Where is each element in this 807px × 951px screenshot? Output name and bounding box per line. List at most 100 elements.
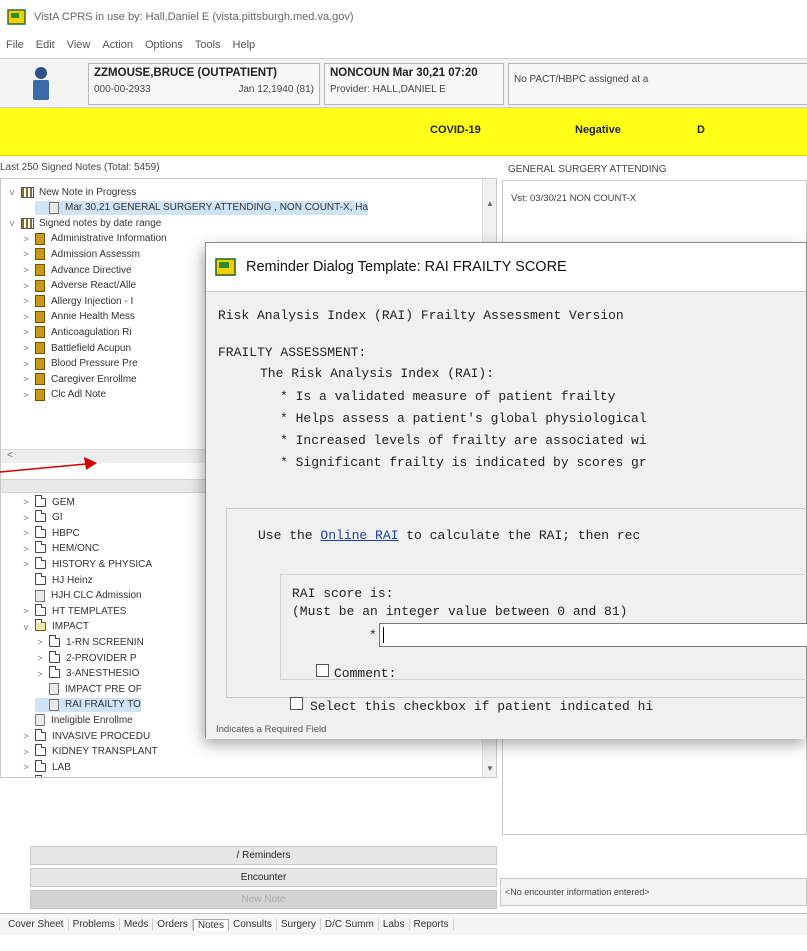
- tree-item[interactable]: >3-ANESTHESIO: [35, 666, 139, 681]
- tree-item[interactable]: > Advance Directive: [21, 263, 132, 277]
- tree-item-label: Adverse React/Alle: [51, 280, 137, 292]
- tree-item[interactable]: > Battlefield Acupun: [21, 341, 131, 355]
- menu-file[interactable]: File: [6, 39, 24, 51]
- collapse-icon[interactable]: v: [7, 187, 17, 197]
- expand-icon[interactable]: >: [21, 559, 31, 569]
- tab-labs[interactable]: Labs: [379, 919, 410, 930]
- tree-item[interactable]: HJ Heinz: [21, 572, 93, 587]
- tree-item[interactable]: > Caregiver Enrollme: [21, 372, 137, 386]
- tree-item[interactable]: > Clc Adl Note: [21, 388, 106, 402]
- pact-box[interactable]: No PACT/HBPC assigned at a: [508, 63, 807, 105]
- expand-icon[interactable]: >: [21, 528, 31, 538]
- menu-help[interactable]: Help: [233, 39, 256, 51]
- tree-item-label: LAB: [52, 761, 71, 773]
- patient-icon[interactable]: [24, 64, 58, 104]
- rai-score-input[interactable]: [379, 623, 807, 647]
- scroll-down-icon[interactable]: ▼: [486, 764, 494, 773]
- expand-icon[interactable]: >: [21, 606, 31, 616]
- expand-icon[interactable]: >: [21, 249, 31, 259]
- tab-orders[interactable]: Orders: [153, 919, 193, 930]
- expand-icon[interactable]: >: [21, 343, 31, 353]
- expand-icon[interactable]: >: [21, 265, 31, 275]
- tab-notes[interactable]: Notes: [192, 918, 229, 931]
- tab-reports[interactable]: Reports: [410, 919, 454, 930]
- tree-item[interactable]: v New Note in Progress: [7, 185, 136, 199]
- tree-item[interactable]: v IMPACT: [21, 619, 89, 634]
- tree-item[interactable]: IMPACT PRE OF: [35, 682, 142, 696]
- expand-icon[interactable]: >: [21, 390, 31, 400]
- expand-icon[interactable]: >: [21, 296, 31, 306]
- expand-icon[interactable]: >: [21, 234, 31, 244]
- tree-item[interactable]: > KIDNEY TRANSPLANT: [21, 744, 158, 759]
- expand-icon[interactable]: >: [21, 374, 31, 384]
- tree-item[interactable]: > Anticoagulation Ri: [21, 325, 132, 339]
- tree-item-label: MOVE: [52, 777, 81, 778]
- expand-icon[interactable]: >: [21, 327, 31, 337]
- menu-action[interactable]: Action: [102, 39, 133, 51]
- scroll-up-icon[interactable]: ▲: [486, 199, 494, 208]
- visit-location: NONCOUN Mar 30,21 07:20: [330, 67, 478, 79]
- rai-intro: The Risk Analysis Index (RAI):: [260, 366, 495, 381]
- note-category-icon: [35, 326, 45, 339]
- text-caret: [383, 627, 384, 643]
- tree-item-label: Anticoagulation Ri: [51, 326, 132, 338]
- expand-icon[interactable]: >: [21, 747, 31, 757]
- expand-icon[interactable]: >: [21, 513, 31, 523]
- tree-item[interactable]: > Allergy Injection - I: [21, 294, 133, 308]
- expand-icon[interactable]: >: [35, 637, 45, 647]
- tree-item[interactable]: Mar 30,21 GENERAL SURGERY ATTENDING , NO…: [35, 200, 369, 215]
- online-rai-link[interactable]: Online RAI: [320, 528, 398, 543]
- tree-item[interactable]: > HBPC: [21, 525, 80, 540]
- visit-info-box[interactable]: NONCOUN Mar 30,21 07:20 Provider: HALL,D…: [324, 63, 504, 105]
- tree-item[interactable]: > GI: [21, 510, 63, 525]
- tab-consults[interactable]: Consults: [229, 919, 277, 930]
- menu-view[interactable]: View: [67, 39, 91, 51]
- tree-item[interactable]: v Signed notes by date range: [7, 216, 161, 230]
- title-bar: VistA CPRS in use by: Hall,Daniel E (vis…: [0, 0, 807, 34]
- tree-item[interactable]: >1-RN SCREENIN: [35, 634, 144, 649]
- history-checkbox[interactable]: [290, 697, 303, 710]
- tree-item[interactable]: >MOVE: [21, 775, 81, 778]
- tree-item[interactable]: > Administrative Information: [21, 232, 167, 246]
- tree-item[interactable]: > HT TEMPLATES: [21, 603, 126, 618]
- expand-icon[interactable]: >: [21, 281, 31, 291]
- patient-info-box[interactable]: ZZMOUSE,BRUCE (OUTPATIENT) 000-00-2933 J…: [88, 63, 320, 105]
- tree-item[interactable]: >2-PROVIDER P: [35, 650, 137, 665]
- tree-item[interactable]: HJH CLC Admission: [21, 589, 142, 603]
- tab-problems[interactable]: Problems: [69, 919, 120, 930]
- new-note-button[interactable]: New Note: [30, 890, 497, 909]
- banner-extra: D: [697, 124, 705, 136]
- tree-item[interactable]: > GEM: [21, 494, 75, 509]
- dialog-template-icon: [215, 258, 236, 276]
- expand-icon[interactable]: >: [21, 497, 31, 507]
- menu-options[interactable]: Options: [145, 39, 183, 51]
- tree-item[interactable]: Ineligible Enrollme: [21, 713, 133, 727]
- tree-item[interactable]: > Admission Assessm: [21, 247, 140, 261]
- expand-icon[interactable]: >: [21, 544, 31, 554]
- expand-icon[interactable]: >: [21, 312, 31, 322]
- expand-icon[interactable]: >: [21, 762, 31, 772]
- expand-icon[interactable]: >: [21, 731, 31, 741]
- reminders-button[interactable]: / Reminders: [30, 846, 497, 865]
- tree-item[interactable]: > HISTORY & PHYSICA: [21, 556, 152, 571]
- tree-item[interactable]: > HEM/ONC: [21, 541, 99, 556]
- tree-item[interactable]: > Blood Pressure Pre: [21, 357, 138, 371]
- menu-tools[interactable]: Tools: [195, 39, 221, 51]
- comment-checkbox[interactable]: [316, 664, 329, 677]
- expand-icon[interactable]: >: [35, 653, 45, 663]
- tab-meds[interactable]: Meds: [120, 919, 154, 930]
- tree-item[interactable]: > Adverse React/Alle: [21, 279, 136, 293]
- encounter-button[interactable]: Encounter: [30, 868, 497, 887]
- expand-icon[interactable]: >: [35, 669, 45, 679]
- collapse-icon[interactable]: v: [7, 218, 17, 228]
- tab-cover-sheet[interactable]: Cover Sheet: [4, 919, 69, 930]
- tree-item[interactable]: > INVASIVE PROCEDU: [21, 728, 150, 743]
- expand-icon[interactable]: >: [21, 359, 31, 369]
- collapse-icon[interactable]: v: [21, 622, 31, 632]
- tree-item[interactable]: > Annie Health Mess: [21, 310, 135, 324]
- tab-surgery[interactable]: Surgery: [277, 919, 321, 930]
- menu-edit[interactable]: Edit: [36, 39, 55, 51]
- tree-item[interactable]: RAI FRAILTY TO: [35, 697, 141, 712]
- tree-item[interactable]: > LAB: [21, 759, 71, 774]
- tab-d-c-summ[interactable]: D/C Summ: [321, 919, 379, 930]
